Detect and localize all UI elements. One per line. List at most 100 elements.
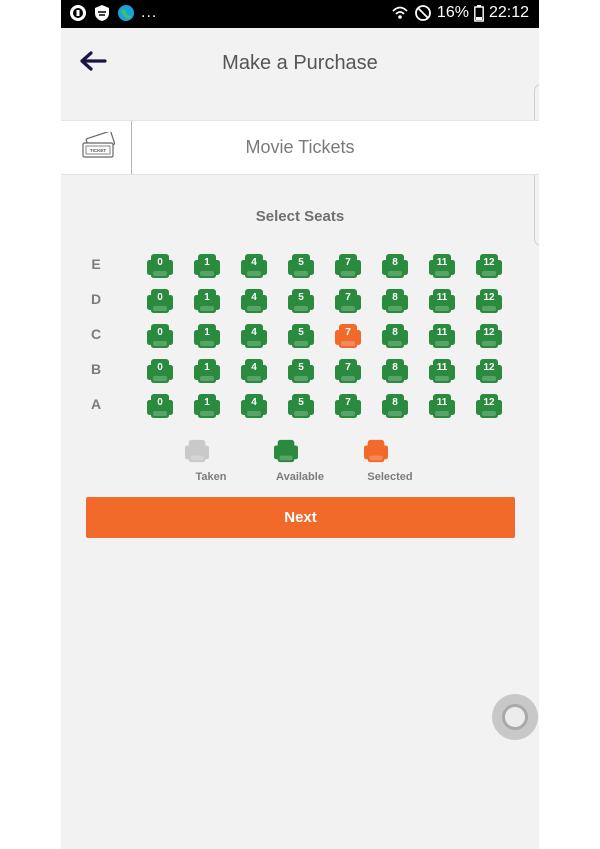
seat-number: 5 [298, 397, 304, 408]
assistive-touch-button[interactable] [492, 694, 538, 740]
seat-a-8[interactable]: 8 [381, 393, 409, 419]
seat-c-11[interactable]: 11 [428, 323, 456, 349]
seat-a-4[interactable]: 4 [240, 393, 268, 419]
legend-seat-available [273, 439, 299, 463]
legend-seat-taken [184, 439, 210, 463]
seat-number: 0 [157, 257, 163, 268]
next-button[interactable]: Next [86, 497, 515, 538]
seat-number: 4 [251, 257, 257, 268]
battery-icon [474, 4, 484, 22]
do-not-disturb-icon [415, 5, 431, 21]
ticket-icon-text: TICKET [90, 148, 107, 153]
shield-icon [70, 5, 86, 21]
seat-e-4[interactable]: 4 [240, 253, 268, 279]
seat-number: 11 [436, 292, 448, 303]
seat-c-0[interactable]: 0 [146, 323, 174, 349]
seat-number: 5 [298, 292, 304, 303]
seat-number: 12 [483, 362, 495, 373]
seat-icon [364, 439, 388, 463]
seat-c-4[interactable]: 4 [240, 323, 268, 349]
seat-e-1[interactable]: 1 [193, 253, 221, 279]
wifi-icon [392, 6, 408, 19]
seat-b-1[interactable]: 1 [193, 358, 221, 384]
seat-b-11[interactable]: 11 [428, 358, 456, 384]
seat-d-0[interactable]: 0 [146, 288, 174, 314]
row-label-a: A [90, 396, 102, 412]
seat-number: 5 [298, 257, 304, 268]
seat-d-1[interactable]: 1 [193, 288, 221, 314]
seat-a-11[interactable]: 11 [428, 393, 456, 419]
vpn-shield-icon [95, 5, 109, 21]
seat-e-11[interactable]: 11 [428, 253, 456, 279]
seat-number: 7 [345, 257, 351, 268]
seat-number: 5 [298, 362, 304, 373]
seat-number: 0 [157, 362, 163, 373]
seat-number: 7 [345, 292, 351, 303]
seat-number: 8 [392, 292, 398, 303]
legend-label-selected: Selected [367, 471, 413, 483]
seat-number: 4 [251, 397, 257, 408]
more-notifications-indicator: ... [141, 4, 158, 21]
assistive-touch-icon [502, 704, 528, 730]
seat-c-5[interactable]: 5 [287, 323, 315, 349]
seat-d-5[interactable]: 5 [287, 288, 315, 314]
ticket-icon: TICKET [82, 132, 116, 158]
seat-a-7[interactable]: 7 [334, 393, 362, 419]
globe-icon [118, 5, 134, 21]
seat-number: 4 [251, 327, 257, 338]
seat-number: 0 [157, 397, 163, 408]
seat-number: 8 [392, 327, 398, 338]
seat-c-12[interactable]: 12 [475, 323, 503, 349]
seat-b-5[interactable]: 5 [287, 358, 315, 384]
seat-number: 12 [483, 292, 495, 303]
seat-number: 0 [157, 292, 163, 303]
seat-number: 11 [436, 257, 448, 268]
app-screen: ... 16% 22:12 Make a Purchase TICKET Mov… [61, 0, 539, 849]
seat-c-1[interactable]: 1 [193, 323, 221, 349]
row-label-e: E [91, 256, 101, 272]
seat-b-7[interactable]: 7 [334, 358, 362, 384]
seat-a-1[interactable]: 1 [193, 393, 221, 419]
seat-number: 1 [204, 292, 210, 303]
seat-number: 12 [483, 257, 495, 268]
seat-d-12[interactable]: 12 [475, 288, 503, 314]
seat-b-4[interactable]: 4 [240, 358, 268, 384]
seat-e-0[interactable]: 0 [146, 253, 174, 279]
seat-number: 1 [204, 257, 210, 268]
seat-d-7[interactable]: 7 [334, 288, 362, 314]
legend-seat-selected [363, 439, 389, 463]
legend-label-taken: Taken [195, 471, 227, 483]
legend-label-available: Available [276, 471, 324, 483]
seat-e-8[interactable]: 8 [381, 253, 409, 279]
seat-c-8[interactable]: 8 [381, 323, 409, 349]
row-label-c: C [90, 326, 102, 342]
seat-c-7[interactable]: 7 [334, 323, 362, 349]
seat-b-12[interactable]: 12 [475, 358, 503, 384]
product-name: Movie Tickets [245, 137, 355, 157]
seat-a-0[interactable]: 0 [146, 393, 174, 419]
seat-e-5[interactable]: 5 [287, 253, 315, 279]
row-label-b: B [90, 361, 102, 377]
seat-number: 7 [345, 362, 351, 373]
seat-number: 7 [345, 397, 351, 408]
select-seats-title: Select Seats [255, 208, 345, 225]
seat-a-12[interactable]: 12 [475, 393, 503, 419]
seat-b-0[interactable]: 0 [146, 358, 174, 384]
seat-number: 12 [483, 397, 495, 408]
seat-d-4[interactable]: 4 [240, 288, 268, 314]
ticket-icon-box: TICKET [61, 121, 132, 174]
app-header: Make a Purchase [61, 28, 539, 120]
seat-e-12[interactable]: 12 [475, 253, 503, 279]
battery-percent: 16% [436, 4, 469, 21]
seat-number: 1 [204, 397, 210, 408]
seat-e-7[interactable]: 7 [334, 253, 362, 279]
seat-number: 7 [345, 327, 351, 338]
seat-a-5[interactable]: 5 [287, 393, 315, 419]
seat-b-8[interactable]: 8 [381, 358, 409, 384]
seat-d-8[interactable]: 8 [381, 288, 409, 314]
seat-number: 12 [483, 327, 495, 338]
seat-number: 8 [392, 257, 398, 268]
seat-number: 1 [204, 327, 210, 338]
seat-number: 11 [436, 327, 448, 338]
seat-d-11[interactable]: 11 [428, 288, 456, 314]
